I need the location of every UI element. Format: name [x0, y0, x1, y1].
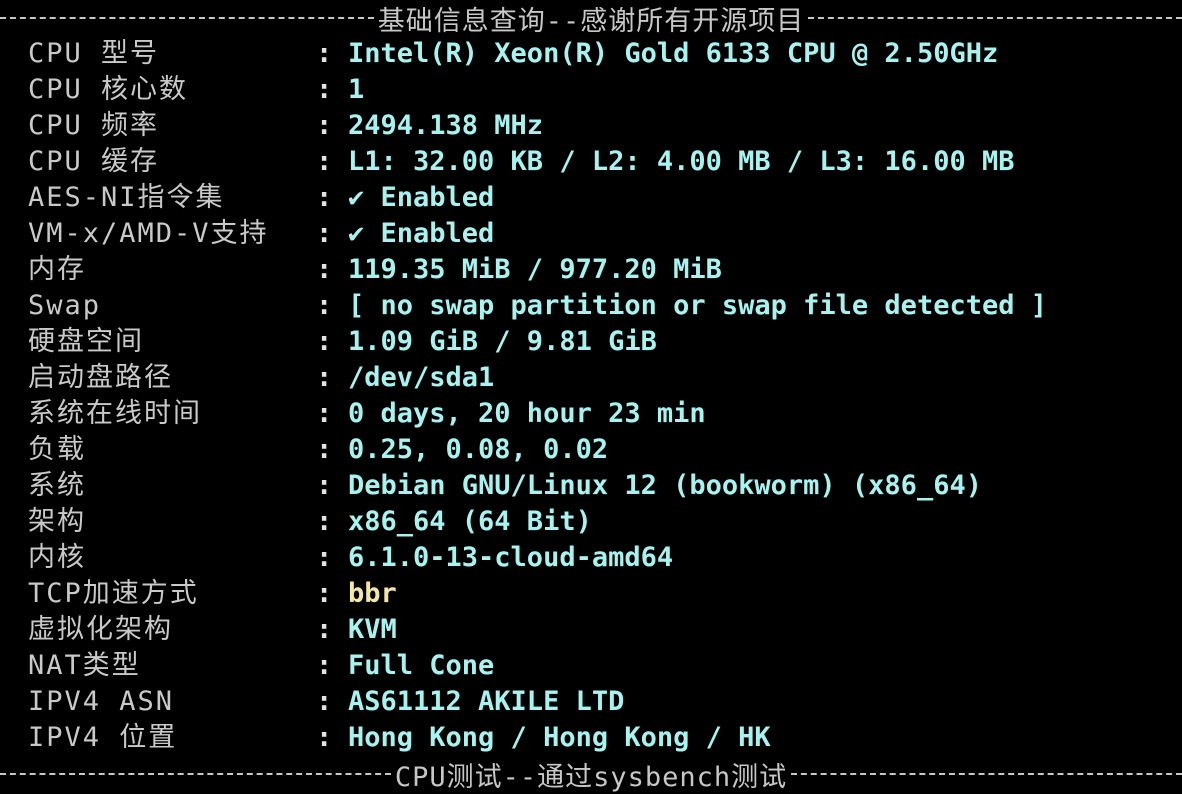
info-label: 虚拟化架构	[28, 614, 173, 645]
info-colon: :	[316, 182, 333, 213]
separator-dashes-right	[808, 17, 1182, 19]
info-value: ✔ Enabled	[348, 182, 495, 213]
info-colon: :	[316, 254, 333, 285]
info-colon: :	[316, 38, 333, 69]
info-label: VM-x/AMD-V支持	[28, 218, 269, 249]
info-value: AS61112 AKILE LTD	[348, 686, 625, 717]
info-colon: :	[316, 362, 333, 393]
info-row-kernel: 内核 : 6.1.0-13-cloud-amd64	[0, 540, 1182, 576]
info-colon: :	[316, 218, 333, 249]
info-value: L1: 32.00 KB / L2: 4.00 MB / L3: 16.00 M…	[348, 146, 1015, 177]
info-row-swap: Swap : [ no swap partition or swap file …	[0, 288, 1182, 324]
info-value: [ no swap partition or swap file detecte…	[348, 290, 1047, 321]
info-label: CPU 型号	[28, 38, 160, 69]
section-footer-separator: CPU测试--通过sysbench测试	[0, 756, 1182, 793]
info-colon: :	[316, 578, 333, 609]
info-row-memory: 内存 : 119.35 MiB / 977.20 MiB	[0, 252, 1182, 288]
info-colon: :	[316, 434, 333, 465]
info-label: NAT类型	[28, 650, 141, 681]
info-colon: :	[316, 290, 333, 321]
info-value: 2494.138 MHz	[348, 110, 544, 141]
info-value: Debian GNU/Linux 12 (bookworm) (x86_64)	[348, 470, 982, 501]
info-label: CPU 缓存	[28, 146, 160, 177]
info-label: IPV4 ASN	[28, 686, 175, 717]
info-label: Swap	[28, 290, 102, 321]
info-colon: :	[316, 326, 333, 357]
info-value: Full Cone	[348, 650, 495, 681]
info-colon: :	[316, 506, 333, 537]
info-colon: :	[316, 74, 333, 105]
info-value-highlight: bbr	[348, 578, 397, 609]
info-row-cpu-cache: CPU 缓存 : L1: 32.00 KB / L2: 4.00 MB / L3…	[0, 144, 1182, 180]
info-colon: :	[316, 722, 333, 753]
info-value: 1.09 GiB / 9.81 GiB	[348, 326, 657, 357]
info-label: 系统	[28, 470, 86, 501]
info-label: CPU 频率	[28, 110, 160, 141]
info-row-load: 负载 : 0.25, 0.08, 0.02	[0, 432, 1182, 468]
info-row-virtualization: 虚拟化架构 : KVM	[0, 612, 1182, 648]
info-value: x86_64 (64 Bit)	[348, 506, 592, 537]
info-value: 119.35 MiB / 977.20 MiB	[348, 254, 722, 285]
info-colon: :	[316, 686, 333, 717]
section-header-separator: 基础信息查询--感谢所有开源项目	[0, 0, 1182, 37]
info-row-disk-space: 硬盘空间 : 1.09 GiB / 9.81 GiB	[0, 324, 1182, 360]
info-value: Intel(R) Xeon(R) Gold 6133 CPU @ 2.50GHz	[348, 38, 999, 69]
info-label: CPU 核心数	[28, 74, 189, 105]
info-colon: :	[316, 398, 333, 429]
info-colon: :	[316, 470, 333, 501]
info-label: 硬盘空间	[28, 326, 144, 357]
info-row-ipv4-location: IPV4 位置 : Hong Kong / Hong Kong / HK	[0, 720, 1182, 756]
info-row-aes-ni: AES-NI指令集 : ✔ Enabled	[0, 180, 1182, 216]
info-colon: :	[316, 614, 333, 645]
info-value: 0 days, 20 hour 23 min	[348, 398, 706, 429]
separator-dashes-left	[0, 773, 391, 775]
info-row-nat-type: NAT类型 : Full Cone	[0, 648, 1182, 684]
info-colon: :	[316, 542, 333, 573]
section-header-title: 基础信息查询--感谢所有开源项目	[377, 5, 805, 37]
info-label: 内存	[28, 254, 86, 285]
info-value: ✔ Enabled	[348, 218, 495, 249]
info-label: AES-NI指令集	[28, 182, 225, 213]
info-colon: :	[316, 146, 333, 177]
info-label: 启动盘路径	[28, 362, 173, 393]
info-row-cpu-frequency: CPU 频率 : 2494.138 MHz	[0, 108, 1182, 144]
info-label: 系统在线时间	[28, 398, 202, 429]
info-colon: :	[316, 650, 333, 681]
info-label: 架构	[28, 506, 86, 537]
info-row-cpu-cores: CPU 核心数 : 1	[0, 72, 1182, 108]
info-label: 内核	[28, 542, 86, 573]
info-value: 6.1.0-13-cloud-amd64	[348, 542, 674, 573]
separator-dashes-left	[0, 17, 374, 19]
info-colon: :	[316, 110, 333, 141]
info-row-ipv4-asn: IPV4 ASN : AS61112 AKILE LTD	[0, 684, 1182, 720]
terminal-window: 基础信息查询--感谢所有开源项目 CPU 型号 : Intel(R) Xeon(…	[0, 0, 1182, 793]
info-value: 1	[348, 74, 365, 105]
info-value: Hong Kong / Hong Kong / HK	[348, 722, 771, 753]
info-value: /dev/sda1	[348, 362, 495, 393]
info-value: KVM	[348, 614, 397, 645]
separator-dashes-right	[791, 773, 1182, 775]
info-row-uptime: 系统在线时间 : 0 days, 20 hour 23 min	[0, 396, 1182, 432]
info-value: 0.25, 0.08, 0.02	[348, 434, 609, 465]
info-row-cpu-model: CPU 型号 : Intel(R) Xeon(R) Gold 6133 CPU …	[0, 36, 1182, 72]
section-footer-title: CPU测试--通过sysbench测试	[394, 761, 788, 793]
info-label: IPV4 位置	[28, 722, 178, 753]
info-row-architecture: 架构 : x86_64 (64 Bit)	[0, 504, 1182, 540]
info-label: TCP加速方式	[28, 578, 199, 609]
system-info-list: CPU 型号 : Intel(R) Xeon(R) Gold 6133 CPU …	[0, 36, 1182, 756]
info-row-tcp-congestion: TCP加速方式 : bbr	[0, 576, 1182, 612]
info-row-virtualization-support: VM-x/AMD-V支持 : ✔ Enabled	[0, 216, 1182, 252]
info-row-os: 系统 : Debian GNU/Linux 12 (bookworm) (x86…	[0, 468, 1182, 504]
info-label: 负载	[28, 434, 86, 465]
info-row-boot-disk: 启动盘路径 : /dev/sda1	[0, 360, 1182, 396]
